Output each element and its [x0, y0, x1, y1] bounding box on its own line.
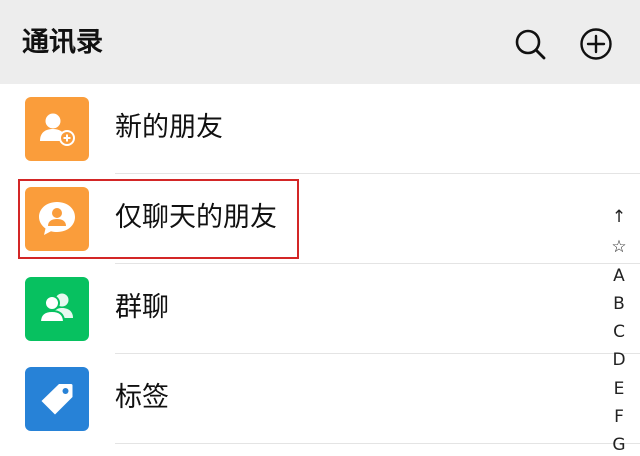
tags-label: 标签 — [115, 382, 169, 413]
index-letter[interactable]: E — [598, 378, 640, 400]
index-letter[interactable]: B — [598, 293, 640, 315]
index-letter[interactable]: A — [598, 265, 640, 287]
page-title: 通讯录 — [22, 27, 103, 58]
index-letter[interactable]: D — [598, 349, 640, 371]
top-bar: 通讯录 — [0, 0, 640, 84]
new-friends-item[interactable]: 新的朋友 — [0, 84, 640, 173]
group-chat-icon — [25, 277, 89, 341]
index-letter[interactable]: C — [598, 321, 640, 343]
add-friend-icon — [25, 97, 89, 161]
new-friends-label: 新的朋友 — [115, 112, 223, 143]
divider — [115, 443, 640, 444]
group-chats-item[interactable]: 群聊 — [0, 264, 640, 353]
index-letter[interactable]: G — [598, 434, 640, 456]
chat-only-friends-label: 仅聊天的朋友 — [115, 202, 277, 233]
chat-only-friends-item[interactable]: 仅聊天的朋友 — [0, 174, 640, 263]
index-letter[interactable]: F — [598, 406, 640, 428]
chat-only-friend-icon — [25, 187, 89, 251]
search-icon[interactable] — [513, 27, 547, 61]
alphabet-index-bar[interactable]: ↑ ☆ A B C D E F G — [598, 202, 640, 455]
tags-item[interactable]: 标签 — [0, 354, 640, 443]
index-star[interactable]: ☆ — [598, 236, 640, 258]
plus-circle-icon[interactable] — [579, 27, 613, 61]
index-up-arrow[interactable]: ↑ — [598, 206, 640, 228]
tag-icon — [25, 367, 89, 431]
group-chats-label: 群聊 — [115, 292, 169, 323]
